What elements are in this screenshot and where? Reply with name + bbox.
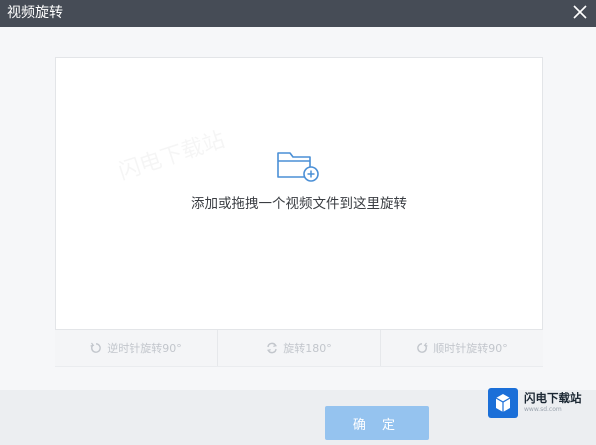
rotate-ccw-90-label: 逆时针旋转90° <box>107 342 182 355</box>
rotate-ccw-icon <box>90 342 102 353</box>
rotate-180-label: 旋转180° <box>283 342 332 355</box>
window-title: 视频旋转 <box>7 5 63 21</box>
logo-icon <box>488 388 518 418</box>
rotate-cw-90-label: 顺时针旋转90° <box>433 342 508 355</box>
rotate-180-button[interactable]: 旋转180° <box>218 330 381 366</box>
rotate-ccw-90-button[interactable]: 逆时针旋转90° <box>55 330 218 366</box>
rotate-180-icon <box>267 342 278 354</box>
title-bar: 视频旋转 <box>0 0 596 27</box>
video-drop-zone[interactable]: 闪电下载站 <box>55 57 543 330</box>
folder-add-icon <box>277 152 319 182</box>
close-icon[interactable] <box>571 3 589 21</box>
rotation-toolbar: 逆时针旋转90° 旋转180° 顺时针旋转90° <box>55 330 543 367</box>
watermark: 闪电下载站 <box>114 122 229 186</box>
rotate-cw-icon <box>417 342 428 353</box>
logo-url: www.sd.com <box>524 406 562 413</box>
logo-name: 闪电下载站 <box>524 391 582 405</box>
site-logo: 闪电下载站 www.sd.com <box>488 388 588 418</box>
ok-button[interactable]: 确 定 <box>325 406 429 440</box>
rotate-cw-90-button[interactable]: 顺时针旋转90° <box>381 330 543 366</box>
drop-hint: 添加或拖拽一个视频文件到这里旋转 <box>191 196 407 212</box>
